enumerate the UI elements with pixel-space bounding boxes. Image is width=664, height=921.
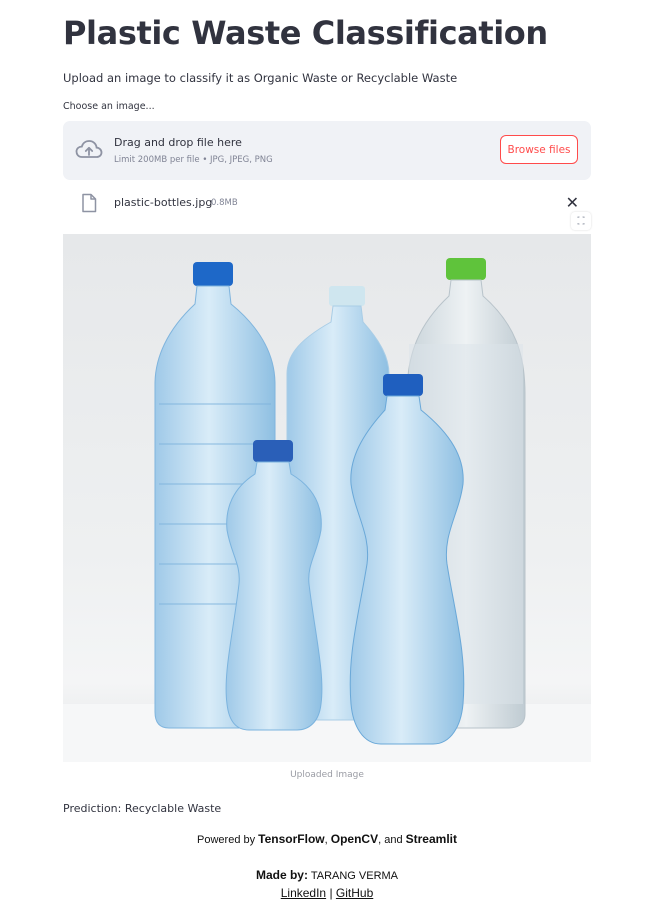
author-name: TARANG VERMA xyxy=(307,870,399,882)
image-caption: Uploaded Image xyxy=(290,770,364,780)
close-icon[interactable]: ✕ xyxy=(566,193,579,212)
file-dropzone[interactable]: Drag and drop file here Limit 200MB per … xyxy=(63,121,591,180)
file-icon xyxy=(82,193,97,213)
page-title: Plastic Waste Classification xyxy=(63,14,548,52)
file-name: plastic-bottles.jpg xyxy=(114,196,213,209)
github-link[interactable]: GitHub xyxy=(336,886,373,900)
tech-tensorflow: TensorFlow xyxy=(258,832,325,846)
dropzone-limit-text: Limit 200MB per file • JPG, JPEG, PNG xyxy=(114,155,273,165)
tech-opencv: OpenCV xyxy=(330,832,379,846)
uploaded-image xyxy=(63,234,591,762)
page-subtitle: Upload an image to classify it as Organi… xyxy=(63,71,458,85)
link-separator: | xyxy=(326,886,336,900)
file-size: 0.8MB xyxy=(211,198,238,208)
dropzone-instruction: Drag and drop file here xyxy=(114,136,242,149)
uploader-label: Choose an image... xyxy=(63,101,155,112)
tech-streamlit: Streamlit xyxy=(405,832,457,846)
fullscreen-icon xyxy=(577,216,585,225)
browse-files-button[interactable]: Browse files xyxy=(500,135,578,164)
linkedin-link[interactable]: LinkedIn xyxy=(281,886,326,900)
uploaded-file-row: plastic-bottles.jpg 0.8MB ✕ xyxy=(63,190,591,218)
prediction-result: Prediction: Recyclable Waste xyxy=(63,802,222,815)
footer-powered-by: Powered by TensorFlow, OpenCV, and Strea… xyxy=(0,832,654,846)
bottles-photo xyxy=(63,258,591,762)
fullscreen-button[interactable] xyxy=(571,212,591,230)
made-by-label: Made by: xyxy=(255,868,308,882)
powered-prefix: Powered by xyxy=(197,834,259,846)
tech-separator-and: , and xyxy=(378,834,406,846)
cloud-upload-icon xyxy=(75,140,103,158)
footer-made-by: Made by: TARANG VERMA xyxy=(0,868,654,882)
footer-links: LinkedIn | GitHub xyxy=(0,886,654,900)
